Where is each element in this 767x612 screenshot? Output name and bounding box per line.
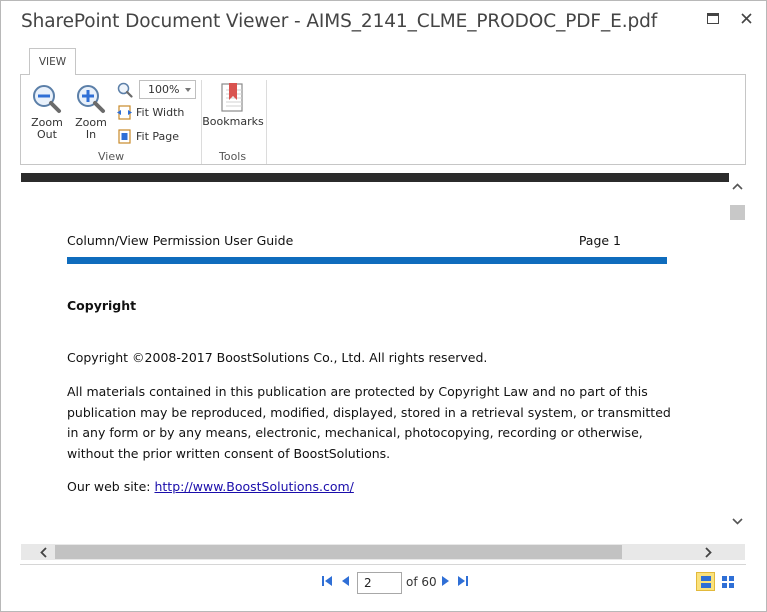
previous-page-icon xyxy=(342,576,349,586)
bookmarks-icon xyxy=(221,83,243,112)
maximize-button[interactable] xyxy=(702,7,724,29)
fit-width-button[interactable]: Fit Width xyxy=(117,105,184,120)
page-header: Column/View Permission User Guide Page 1 xyxy=(67,233,667,248)
document-page[interactable]: Column/View Permission User Guide Page 1… xyxy=(21,182,729,544)
previous-page-button[interactable] xyxy=(338,574,352,588)
zoom-in-icon xyxy=(77,85,105,113)
fit-width-icon xyxy=(117,105,132,120)
zoom-out-icon xyxy=(33,85,61,113)
magnifier-icon xyxy=(117,82,133,98)
scroll-left-button[interactable] xyxy=(35,544,51,560)
single-page-icon xyxy=(700,575,711,588)
tools-group-label: Tools xyxy=(219,150,247,163)
close-button[interactable] xyxy=(735,7,757,29)
last-page-button[interactable] xyxy=(456,574,470,588)
section-heading: Copyright xyxy=(67,298,137,313)
tab-view[interactable]: VIEW xyxy=(29,48,76,75)
vertical-scrollbar[interactable] xyxy=(729,173,746,543)
page-header-title: Column/View Permission User Guide xyxy=(67,233,294,248)
chevron-left-icon xyxy=(39,546,47,558)
view-group-label: View xyxy=(98,150,125,163)
website-prefix: Our web site: xyxy=(67,479,155,494)
chevron-down-icon xyxy=(185,88,191,92)
page-count-label: of 60 xyxy=(406,575,437,589)
multi-page-view-button[interactable] xyxy=(718,572,737,591)
fit-page-label: Fit Page xyxy=(136,130,180,143)
page-number-input[interactable] xyxy=(357,572,402,594)
header-rule xyxy=(67,257,667,264)
maximize-icon xyxy=(707,12,719,24)
zoom-in-label-2: In xyxy=(85,128,97,141)
copyright-line: Copyright ©2008-2017 BoostSolutions Co.,… xyxy=(67,350,488,365)
footer-divider xyxy=(20,564,746,565)
bookmarks-label: Bookmarks xyxy=(202,115,264,128)
copyright-paragraph: All materials contained in this publicat… xyxy=(67,384,671,461)
document-viewer-window: SharePoint Document Viewer - AIMS_2141_C… xyxy=(0,0,767,612)
website-line: Our web site: http://www.BoostSolutions.… xyxy=(67,477,677,498)
first-page-icon xyxy=(322,576,332,586)
scroll-down-button[interactable] xyxy=(730,514,745,529)
zoom-level-select[interactable]: 100% xyxy=(139,80,196,99)
next-page-button[interactable] xyxy=(439,574,453,588)
zoom-out-button[interactable]: Zoom Out xyxy=(30,84,64,141)
scroll-right-button[interactable] xyxy=(700,544,716,560)
last-page-icon xyxy=(458,576,468,586)
chevron-down-icon xyxy=(732,518,743,525)
page-header-number: Page 1 xyxy=(578,233,621,248)
scroll-up-button[interactable] xyxy=(730,179,745,194)
horizontal-scroll-thumb[interactable] xyxy=(55,545,622,559)
close-icon xyxy=(740,12,752,24)
group-separator xyxy=(266,80,267,164)
window-title: SharePoint Document Viewer - AIMS_2141_C… xyxy=(21,11,658,32)
fit-page-button[interactable]: Fit Page xyxy=(117,129,179,144)
document-top-edge xyxy=(21,173,729,182)
vertical-scroll-thumb[interactable] xyxy=(730,205,745,220)
zoom-in-button[interactable]: Zoom In xyxy=(74,84,108,141)
first-page-button[interactable] xyxy=(320,574,334,588)
fit-page-icon xyxy=(118,129,131,144)
website-link[interactable]: http://www.BoostSolutions.com/ xyxy=(154,479,353,494)
chevron-up-icon xyxy=(732,183,743,190)
zoom-magnifier-button[interactable] xyxy=(117,82,137,98)
bookmarks-button[interactable]: Bookmarks xyxy=(202,83,264,128)
grid-view-icon xyxy=(721,575,734,588)
single-page-view-button[interactable] xyxy=(696,572,715,591)
chevron-right-icon xyxy=(704,546,712,558)
zoom-out-label-2: Out xyxy=(37,128,57,141)
fit-width-label: Fit Width xyxy=(136,106,185,119)
zoom-level-value: 100% xyxy=(148,83,180,96)
next-page-icon xyxy=(442,576,449,586)
